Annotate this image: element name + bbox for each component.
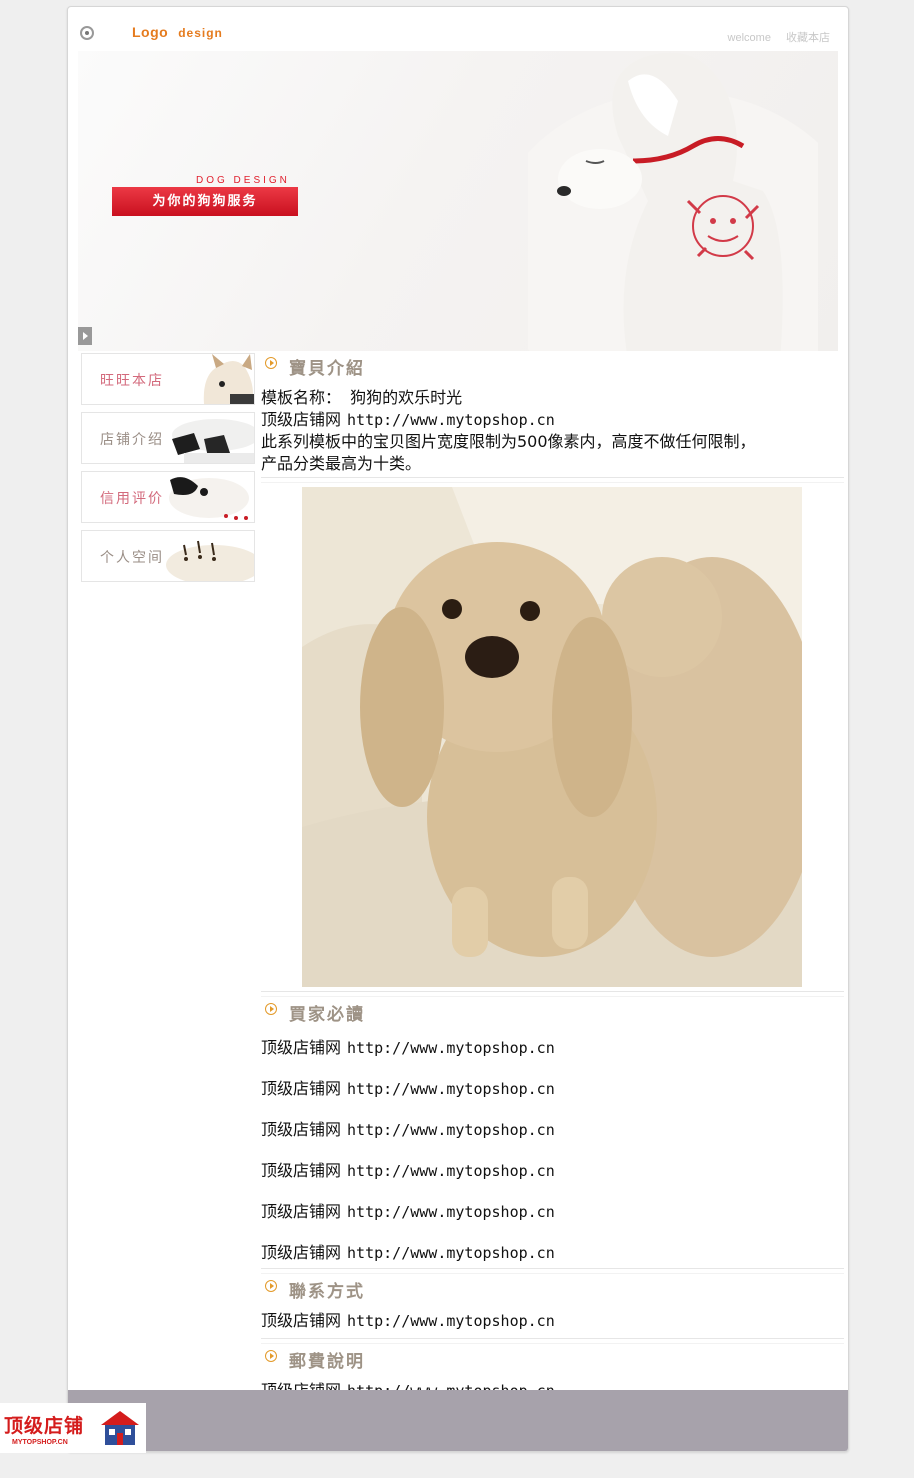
welcome-link[interactable]: welcome bbox=[728, 32, 771, 44]
site-badge[interactable]: 顶级店铺 MYTOPSHOP.CN bbox=[0, 1403, 146, 1453]
site-url-link[interactable]: http://www.mytopshop.cn bbox=[347, 1121, 555, 1139]
section-header-shipping: 郵費說明 bbox=[261, 1346, 844, 1372]
site-name: 顶级店铺网 bbox=[261, 1311, 342, 1330]
sidebar: 旺旺本店 店铺介绍 信用评价 个人空间 bbox=[81, 353, 255, 589]
sidebar-dog-image bbox=[164, 413, 254, 463]
sidebar-item-label: 信用评价 bbox=[100, 491, 164, 507]
site-name: 顶级店铺网 bbox=[261, 1079, 342, 1098]
badge-url: MYTOPSHOP.CN bbox=[12, 1439, 68, 1446]
banner-dog-image bbox=[528, 52, 818, 351]
section-title: 郵費說明 bbox=[289, 1352, 365, 1372]
divider bbox=[261, 1338, 844, 1344]
section-header-buyer: 買家必讀 bbox=[261, 999, 844, 1025]
list-item: 顶级店铺网 http://www.mytopshop.cn bbox=[261, 1078, 844, 1119]
template-name: 狗狗的欢乐时光 bbox=[350, 388, 463, 407]
section-title: 聯系方式 bbox=[289, 1282, 365, 1302]
site-url-link[interactable]: http://www.mytopshop.cn bbox=[347, 1039, 555, 1057]
banner-slogan-button[interactable]: 为你的狗狗服务 bbox=[112, 187, 298, 216]
sidebar-item-label: 店铺介绍 bbox=[100, 432, 164, 448]
template-name-line: 模板名称： 狗狗的欢乐时光 bbox=[261, 387, 844, 409]
list-item: 顶级店铺网 http://www.mytopshop.cn bbox=[261, 1037, 844, 1078]
banner-subtitle: DOG DESIGN bbox=[196, 175, 290, 186]
hero-banner: DOG DESIGN 为你的狗狗服务 bbox=[78, 51, 838, 351]
circle-arrow-icon bbox=[265, 1003, 277, 1015]
target-icon bbox=[80, 26, 94, 40]
site-name: 顶级店铺网 bbox=[261, 1038, 342, 1057]
site-url-link[interactable]: http://www.mytopshop.cn bbox=[347, 411, 555, 429]
circle-arrow-icon bbox=[265, 1350, 277, 1362]
divider bbox=[261, 991, 844, 997]
intro-body: 模板名称： 狗狗的欢乐时光 顶级店铺网 http://www.mytopshop.… bbox=[261, 387, 844, 475]
list-item: 顶级店铺网 http://www.mytopshop.cn bbox=[261, 1160, 844, 1201]
list-item: 顶级店铺网 http://www.mytopshop.cn bbox=[261, 1201, 844, 1242]
buyer-list: 顶级店铺网 http://www.mytopshop.cn 顶级店铺网 http:/… bbox=[261, 1037, 844, 1266]
bookmark-shop-link[interactable]: 收藏本店 bbox=[786, 32, 830, 44]
main-content: 寶貝介紹 模板名称： 狗狗的欢乐时光 顶级店铺网 http://www.mytop… bbox=[261, 353, 844, 1406]
divider bbox=[261, 477, 844, 483]
circle-arrow-icon bbox=[265, 1280, 277, 1292]
logo[interactable]: Logo design bbox=[132, 24, 223, 40]
template-label: 模板名称： bbox=[261, 388, 342, 407]
sidebar-item-label: 旺旺本店 bbox=[100, 373, 164, 389]
sidebar-item-personal-space[interactable]: 个人空间 bbox=[81, 530, 255, 582]
sidebar-dog-image bbox=[164, 531, 254, 581]
site-url-link[interactable]: http://www.mytopshop.cn bbox=[347, 1162, 555, 1180]
section-title: 寶貝介紹 bbox=[289, 359, 365, 379]
puppy-image bbox=[302, 487, 802, 987]
divider bbox=[261, 1268, 844, 1274]
site-url-link[interactable]: http://www.mytopshop.cn bbox=[347, 1203, 555, 1221]
site-line: 顶级店铺网 http://www.mytopshop.cn bbox=[261, 409, 844, 431]
section-header-contact: 聯系方式 bbox=[261, 1276, 844, 1302]
site-name: 顶级店铺网 bbox=[261, 1202, 342, 1221]
site-url-link[interactable]: http://www.mytopshop.cn bbox=[347, 1244, 555, 1262]
sidebar-dog-image bbox=[164, 354, 254, 404]
list-item: 顶级店铺网 http://www.mytopshop.cn bbox=[261, 1242, 844, 1266]
site-url-link[interactable]: http://www.mytopshop.cn bbox=[347, 1080, 555, 1098]
sidebar-item-reviews[interactable]: 信用评价 bbox=[81, 471, 255, 523]
top-links: welcome 收藏本店 bbox=[716, 29, 830, 45]
sidebar-item-label: 个人空间 bbox=[100, 550, 164, 566]
site-url-link[interactable]: http://www.mytopshop.cn bbox=[347, 1312, 555, 1330]
site-name: 顶级店铺网 bbox=[261, 1120, 342, 1139]
description-line-2: 产品分类最高为十类。 bbox=[261, 454, 422, 473]
contact-line: 顶级店铺网 http://www.mytopshop.cn bbox=[261, 1310, 844, 1336]
logo-text: Logo bbox=[132, 24, 169, 40]
banner-next-arrow-icon[interactable] bbox=[78, 327, 92, 345]
site-name: 顶级店铺网 bbox=[261, 1243, 342, 1262]
footer-band bbox=[68, 1390, 848, 1451]
list-item: 顶级店铺网 http://www.mytopshop.cn bbox=[261, 1119, 844, 1160]
circle-arrow-icon bbox=[265, 357, 277, 369]
section-header-intro: 寶貝介紹 bbox=[261, 353, 844, 379]
product-photo bbox=[302, 487, 802, 987]
sidebar-item-wangwang[interactable]: 旺旺本店 bbox=[81, 353, 255, 405]
description-line-1: 此系列模板中的宝贝图片宽度限制为500像素内，高度不做任何限制， bbox=[261, 432, 756, 451]
sidebar-item-shop-intro[interactable]: 店铺介绍 bbox=[81, 412, 255, 464]
top-bar: Logo design welcome 收藏本店 bbox=[68, 7, 848, 51]
house-icon bbox=[101, 1411, 139, 1445]
logo-sub: design bbox=[178, 26, 223, 40]
page-container: Logo design welcome 收藏本店 DOG DESIGN 为你的狗狗… bbox=[67, 6, 849, 1452]
site-name: 顶级店铺网 bbox=[261, 1161, 342, 1180]
badge-title: 顶级店铺 bbox=[4, 1415, 85, 1437]
section-title: 買家必讀 bbox=[289, 1005, 365, 1025]
sidebar-dog-image bbox=[164, 472, 254, 522]
site-name: 顶级店铺网 bbox=[261, 410, 342, 429]
